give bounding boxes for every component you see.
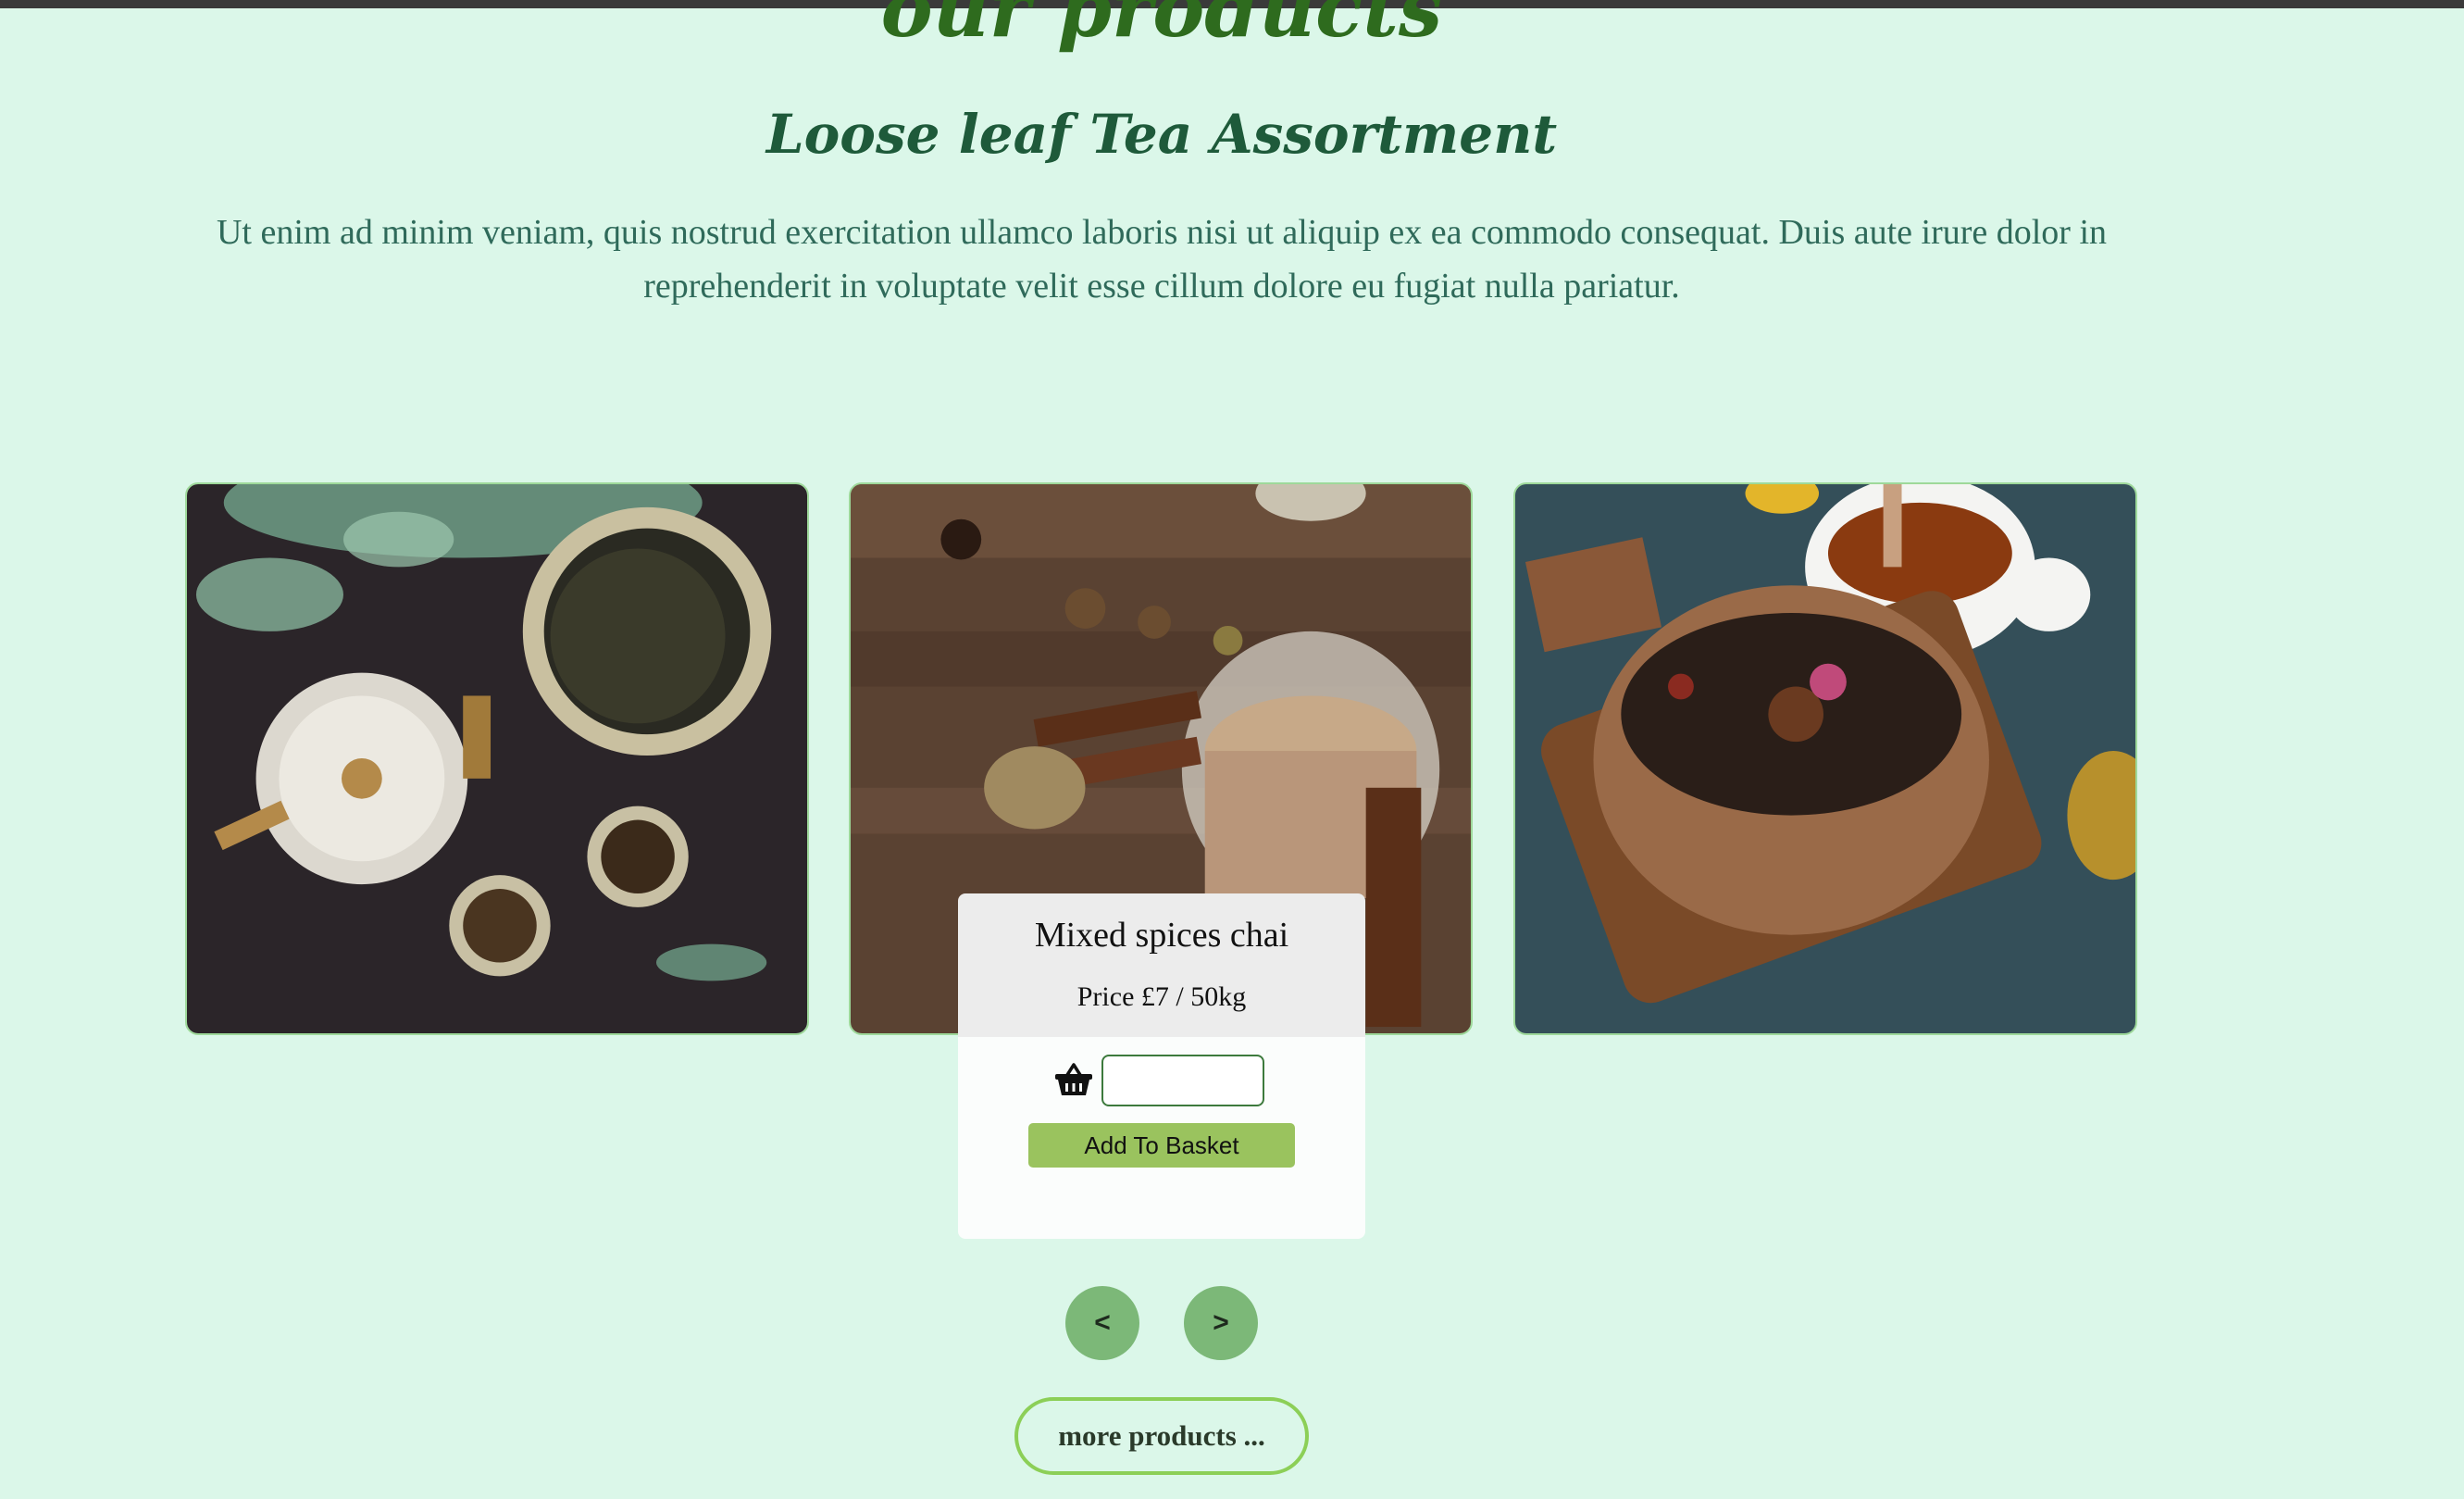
product-card-spiced-tea[interactable] [1513, 482, 2137, 1035]
product-price: Price £7 / 50kg [1076, 981, 1247, 1012]
product-name: Mixed spices chai [1034, 916, 1289, 955]
add-to-basket-button[interactable]: Add To Basket [1028, 1123, 1295, 1168]
more-products-button[interactable]: more products ... [1014, 1397, 1309, 1475]
product-popup: Mixed spices chai Price £7 / 50kg Add To… [958, 893, 1365, 1239]
spiced-tea-wooden-bowl-image [1515, 484, 2135, 1033]
teapot-and-loose-tea-image [187, 484, 807, 1033]
quantity-input[interactable] [1101, 1055, 1264, 1106]
carousel-prev-button[interactable]: < [1065, 1286, 1139, 1360]
product-card-teapot[interactable] [185, 482, 809, 1035]
basket-icon [1055, 1063, 1092, 1095]
section-title: our products [880, 0, 1443, 55]
carousel-next-button[interactable]: > [1184, 1286, 1258, 1360]
section-subtitle: Loose leaf Tea Assortment [765, 103, 1558, 166]
intro-text: Ut enim ad minim veniam, quis nostrud ex… [216, 213, 2108, 306]
